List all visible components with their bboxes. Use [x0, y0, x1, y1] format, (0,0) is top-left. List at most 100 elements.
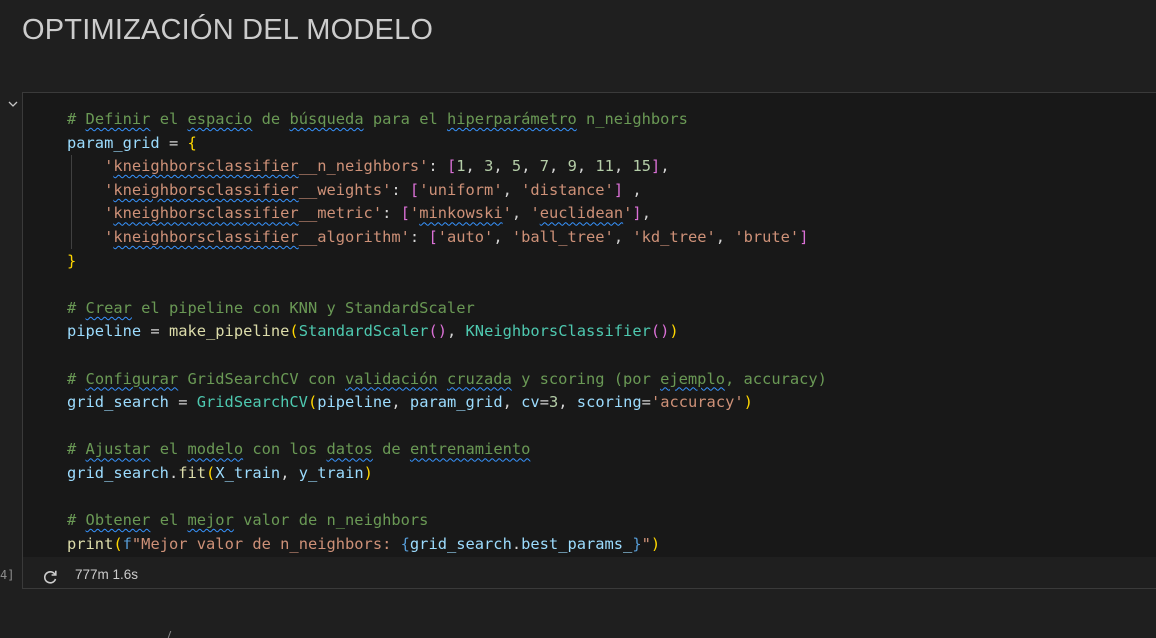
code-token: , — [280, 463, 299, 482]
code-token: 'uniform' — [419, 180, 503, 199]
code-token: [ — [409, 180, 420, 199]
code-token: , — [493, 227, 512, 246]
code-line[interactable]: } — [67, 250, 827, 274]
code-line[interactable]: 'kneighborsclassifier__n_neighbors': [1,… — [67, 155, 827, 179]
code-token: cv — [521, 393, 540, 412]
code-token: cruzada — [446, 369, 512, 388]
code-token: Obtener — [85, 511, 151, 530]
code-token: ' — [530, 204, 540, 223]
code-token: ] — [799, 227, 809, 246]
refresh-icon[interactable] — [41, 568, 59, 586]
code-token: # — [67, 511, 86, 530]
code-token: búsqueda — [289, 110, 364, 128]
code-line[interactable] — [67, 415, 827, 439]
code-token: ] — [651, 157, 661, 176]
code-line[interactable] — [67, 344, 827, 368]
code-token: con los — [243, 440, 327, 459]
code-token: ' — [104, 157, 114, 176]
code-token: StandardScaler — [298, 322, 429, 341]
code-token: ' — [623, 204, 633, 223]
code-token: 5 — [511, 157, 522, 176]
code-token: "Mejor valor de n_neighbors: — [131, 534, 401, 553]
code-token: __n_neighbors' — [298, 157, 429, 176]
code-token: = — [159, 133, 188, 152]
code-token: 'accuracy' — [650, 393, 744, 412]
code-token: modelo — [187, 440, 244, 459]
code-token: fit — [178, 463, 207, 482]
code-line[interactable]: 'kneighborsclassifier__metric': ['minkow… — [67, 202, 827, 226]
code-token: __weights' — [298, 180, 392, 199]
code-line[interactable]: # Configurar GridSearchCV con validación… — [67, 368, 827, 392]
code-line[interactable] — [67, 486, 827, 510]
code-line[interactable]: # Crear el pipeline con KNN y StandardSc… — [67, 297, 827, 321]
code-token: __metric' — [298, 204, 383, 223]
code-cell[interactable]: # Definir el espacio de búsqueda para el… — [22, 92, 1156, 589]
code-block[interactable]: # Definir el espacio de búsqueda para el… — [67, 108, 827, 556]
code-token: , — [465, 157, 485, 176]
code-token: 11 — [595, 157, 614, 176]
code-token: } — [67, 251, 77, 270]
code-token: , — [576, 157, 596, 176]
code-token: Configurar — [85, 369, 179, 388]
section-heading: OPTIMIZACIÓN DEL MODELO — [22, 14, 434, 46]
code-token: = — [141, 322, 169, 341]
code-line[interactable]: pipeline = make_pipeline(StandardScaler(… — [67, 320, 827, 344]
code-token: kneighborsclassifier — [113, 227, 299, 246]
code-token: ejemplo — [660, 369, 725, 388]
code-token: , — [660, 157, 670, 176]
code-token: ( — [289, 322, 299, 341]
code-token: # — [67, 440, 86, 459]
code-editor[interactable]: # Definir el espacio de búsqueda para el… — [23, 93, 1156, 557]
code-token: ] — [613, 180, 624, 199]
code-token: ) — [363, 463, 373, 482]
code-token: } — [632, 534, 642, 553]
code-line[interactable]: 'kneighborsclassifier__algorithm': ['aut… — [67, 226, 827, 250]
code-token: ( — [307, 393, 318, 412]
chevron-down-icon[interactable] — [6, 97, 20, 111]
code-line[interactable]: # Obtener el mejor valor de n_neighbors — [67, 509, 827, 533]
code-line[interactable]: print(f"Mejor valor de n_neighbors: {gri… — [67, 533, 827, 557]
code-token: 3 — [484, 157, 494, 176]
code-line[interactable] — [67, 273, 827, 297]
code-token: mejor — [187, 511, 234, 530]
code-token: # — [67, 110, 86, 128]
code-token: de — [252, 110, 290, 128]
code-token: () — [428, 322, 447, 341]
code-token: print — [67, 534, 114, 553]
code-token: { — [400, 534, 410, 553]
code-token: , — [549, 157, 568, 176]
next-cell-partial-text — [167, 631, 178, 638]
code-line[interactable]: 'kneighborsclassifier__weights': ['unifo… — [67, 179, 827, 203]
code-token: Crear — [85, 298, 132, 317]
code-token: el — [150, 110, 188, 128]
code-line[interactable]: grid_search.fit(X_train, y_train) — [67, 462, 827, 486]
code-token: ( — [113, 534, 123, 553]
code-token: grid_search — [409, 534, 512, 553]
code-token: ' — [104, 227, 114, 246]
code-token: ) — [669, 322, 679, 341]
code-token: Ajustar — [85, 440, 151, 459]
code-token: 9 — [567, 157, 577, 176]
code-line[interactable]: # Ajustar el modelo con los datos de ent… — [67, 438, 827, 462]
code-token: kneighborsclassifier — [113, 157, 299, 176]
code-token: el pipeline con KNN y StandardScaler — [131, 298, 475, 317]
code-token: , — [715, 227, 735, 246]
code-token: . — [168, 463, 179, 482]
code-token: 'auto' — [437, 227, 494, 246]
code-token: ' — [502, 204, 512, 223]
code-line[interactable]: grid_search = GridSearchCV(pipeline, par… — [67, 391, 827, 415]
code-token: GridSearchCV — [196, 393, 308, 412]
code-line[interactable]: param_grid = { — [67, 132, 827, 156]
code-token: param_grid — [409, 393, 503, 412]
code-token: datos — [326, 440, 373, 459]
code-line[interactable]: # Definir el espacio de búsqueda para el… — [67, 108, 827, 132]
code-token: pipeline — [317, 393, 392, 412]
code-token: ) — [650, 534, 661, 553]
code-token: ] — [632, 204, 642, 223]
code-token: , accuracy) — [724, 369, 827, 388]
code-token: , — [641, 204, 651, 223]
code-token: n_neighbors — [576, 110, 688, 128]
cell-status-bar: 777m 1.6s — [23, 565, 423, 589]
